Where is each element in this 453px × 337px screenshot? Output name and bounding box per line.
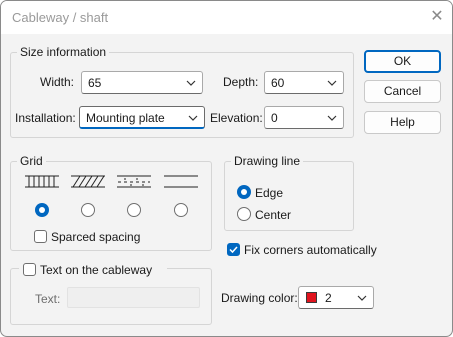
chevron-down-icon — [188, 115, 198, 121]
fix-corners-checkbox[interactable] — [227, 243, 240, 256]
diagonal-hatch-grid-icon — [71, 175, 105, 188]
edge-label: Edge — [255, 186, 284, 200]
width-value: 65 — [88, 76, 102, 90]
sparced-spacing-label: Sparced spacing — [51, 230, 141, 244]
depth-combobox[interactable]: 60 — [264, 71, 344, 94]
edge-radio[interactable] — [237, 185, 251, 199]
grid-option-2-radio[interactable] — [81, 203, 95, 217]
help-button[interactable]: Help — [364, 111, 441, 134]
text-on-cableway-checkbox[interactable] — [23, 263, 36, 276]
grid-option-3-radio[interactable] — [127, 203, 141, 217]
elevation-combobox[interactable]: 0 — [264, 106, 344, 129]
installation-value: Mounting plate — [86, 111, 165, 125]
window-title: Cableway / shaft — [12, 10, 109, 25]
text-on-cableway-label: Text on the cableway — [40, 263, 153, 277]
elevation-label: Elevation: — [210, 111, 263, 125]
size-information-legend: Size information — [17, 45, 110, 59]
chevron-down-icon — [327, 80, 337, 86]
title-bar: Cableway / shaft ✕ — [1, 1, 452, 34]
checkmark-icon — [229, 246, 238, 254]
installation-combobox[interactable]: Mounting plate — [79, 106, 205, 129]
grid-option-4-radio[interactable] — [174, 203, 188, 217]
chevron-down-icon — [357, 295, 367, 301]
grid-option-1-radio[interactable] — [35, 203, 49, 217]
color-swatch — [306, 292, 317, 303]
sparced-spacing-checkbox[interactable] — [34, 230, 47, 243]
depth-value: 60 — [271, 76, 285, 90]
installation-label: Installation: — [15, 111, 76, 125]
depth-label: Depth: — [223, 75, 259, 89]
text-label: Text: — [35, 292, 61, 306]
width-combobox[interactable]: 65 — [81, 71, 203, 94]
cableway-text-input[interactable] — [67, 287, 200, 308]
chevron-down-icon — [186, 80, 196, 86]
cableway-shaft-dialog: Cableway / shaft ✕ Size information Widt… — [0, 0, 453, 337]
drawing-color-label: Drawing color: — [221, 291, 298, 305]
drawing-line-legend: Drawing line — [231, 154, 304, 168]
chevron-down-icon — [327, 115, 337, 121]
plain-lines-grid-icon — [164, 175, 198, 188]
grid-legend: Grid — [17, 154, 46, 168]
center-radio[interactable] — [237, 207, 251, 221]
drawing-color-value: 2 — [325, 291, 332, 305]
elevation-value: 0 — [271, 111, 278, 125]
width-label: Width: — [40, 75, 75, 89]
cancel-button[interactable]: Cancel — [364, 80, 441, 103]
vertical-lines-grid-icon — [25, 175, 59, 188]
fix-corners-label: Fix corners automatically — [244, 243, 377, 257]
dashed-grid-icon — [117, 175, 151, 188]
center-label: Center — [255, 208, 292, 222]
ok-button[interactable]: OK — [364, 50, 441, 73]
drawing-color-combobox[interactable]: 2 — [298, 286, 374, 309]
close-icon[interactable]: ✕ — [428, 8, 446, 26]
